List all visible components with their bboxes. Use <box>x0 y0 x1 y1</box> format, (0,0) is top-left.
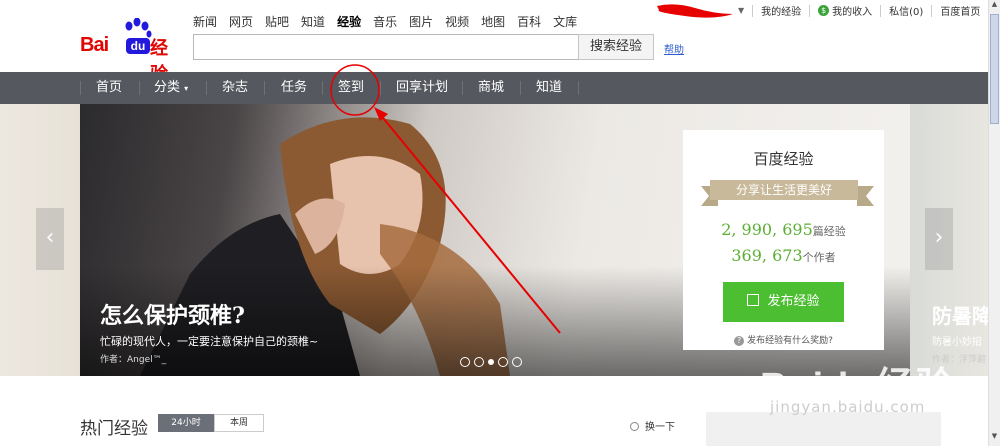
nav-item-zhidao[interactable]: 知道 <box>536 72 562 104</box>
chevron-down-icon: ▾ <box>184 84 189 93</box>
divider <box>139 81 140 95</box>
divider <box>264 81 265 95</box>
hero-subtitle: 忙碌的现代人，一定要注意保护自己的颈椎~ <box>100 335 319 348</box>
redacted-username-scribble <box>657 4 733 18</box>
divider <box>520 81 521 95</box>
topnav-wenku[interactable]: 文库 <box>553 13 577 30</box>
chevron-left-icon: ‹ <box>45 225 55 250</box>
divider <box>322 81 323 95</box>
divider <box>380 81 381 95</box>
tab-24h[interactable]: 24小时 <box>158 414 214 432</box>
main-nav-bar: 首页 分类 ▾ 杂志 任务 签到 回享计划 商城 知道 <box>0 72 988 104</box>
author-count: 369, 673个作者 <box>683 246 884 265</box>
help-link[interactable]: 帮助 <box>664 41 684 56</box>
stats-card: 百度经验 分享让生活更美好 2, 990, 695篇经验 369, 673个作者… <box>683 130 884 350</box>
carousel-next-button[interactable]: › <box>925 208 953 270</box>
divider <box>880 4 882 17</box>
logo-bai-text: Bai <box>80 34 109 56</box>
logo-du-text: du <box>126 38 150 54</box>
nav-item-checkin[interactable]: 签到 <box>338 72 364 104</box>
card-title: 百度经验 <box>753 150 814 168</box>
money-icon: $ <box>818 5 830 16</box>
reward-info-link[interactable]: ? 发布经验有什么奖励? <box>683 333 884 346</box>
nav-item-share-plan[interactable]: 回享计划 <box>396 72 448 104</box>
refresh-label: 换一下 <box>645 422 675 433</box>
author-count-unit: 个作者 <box>802 251 836 264</box>
tab-week[interactable]: 本周 <box>214 414 264 432</box>
divider <box>931 4 933 17</box>
ribbon-right-tail <box>857 186 874 206</box>
hero-title[interactable]: 怎么保护颈椎? <box>100 298 245 330</box>
nav-item-tasks[interactable]: 任务 <box>281 72 307 104</box>
publish-experience-button[interactable]: 发布经验 <box>723 282 844 322</box>
topnav-video[interactable]: 视频 <box>445 13 469 30</box>
nav-item-magazine[interactable]: 杂志 <box>222 72 248 104</box>
baidu-jingyan-logo[interactable]: Bai du 经验 <box>80 18 185 85</box>
nav-item-category-label: 分类 <box>154 80 181 95</box>
edit-icon <box>747 294 760 306</box>
search-input[interactable] <box>193 34 579 60</box>
slogan-ribbon: 分享让生活更美好 <box>710 180 858 200</box>
hot-experience-title: 热门经验 <box>80 419 148 439</box>
vertical-scrollbar[interactable]: ▲ ▼ <box>988 0 1000 446</box>
search-button[interactable]: 搜索经验 <box>578 34 654 60</box>
experience-count-unit: 篇经验 <box>812 225 846 238</box>
carousel-dot[interactable] <box>474 357 484 367</box>
divider <box>752 4 754 17</box>
question-icon: ? <box>734 336 745 346</box>
nav-item-home[interactable]: 首页 <box>96 72 122 104</box>
carousel-dots <box>460 357 522 367</box>
side-panel <box>706 412 941 446</box>
scroll-up-icon[interactable]: ▲ <box>989 0 1000 12</box>
reward-info-label: 发布经验有什么奖励? <box>747 336 833 346</box>
divider <box>80 81 81 95</box>
author-count-number: 369, 673 <box>731 246 803 265</box>
top-nav: 新闻 网页 贴吧 知道 经验 音乐 图片 视频 地图 百科 文库 <box>193 13 589 30</box>
experience-count: 2, 990, 695篇经验 <box>683 220 884 239</box>
my-experience-link[interactable]: 我的经验 <box>761 3 801 18</box>
refresh-icon <box>630 422 639 431</box>
carousel-prev-button[interactable]: ‹ <box>36 208 64 270</box>
divider <box>578 81 579 95</box>
topnav-news[interactable]: 新闻 <box>193 13 217 30</box>
watermark-url: jingyan.baidu.com <box>770 398 926 416</box>
topnav-jingyan[interactable]: 经验 <box>337 13 361 30</box>
publish-button-label: 发布经验 <box>767 294 820 309</box>
messages-link[interactable]: 私信(0) <box>889 3 923 18</box>
divider <box>462 81 463 95</box>
nav-item-mall[interactable]: 商城 <box>478 72 504 104</box>
scroll-thumb[interactable] <box>990 14 999 124</box>
divider <box>809 4 811 17</box>
baidu-home-link[interactable]: 百度首页 <box>940 3 980 18</box>
scroll-down-icon[interactable]: ▼ <box>989 432 1000 444</box>
chevron-right-icon: › <box>934 225 944 250</box>
divider <box>206 81 207 95</box>
dropdown-arrow-icon[interactable]: ▼ <box>738 6 744 15</box>
user-bar: ▼ 我的经验 $ 我的收入 私信(0) 百度首页 <box>738 3 980 18</box>
carousel-dot-active[interactable] <box>488 359 494 365</box>
topnav-web[interactable]: 网页 <box>229 13 253 30</box>
carousel-dot[interactable] <box>498 357 508 367</box>
next-slide-subtitle: 防暑小妙招 <box>932 337 982 348</box>
carousel-dot[interactable] <box>512 357 522 367</box>
topnav-baike[interactable]: 百科 <box>517 13 541 30</box>
experience-count-number: 2, 990, 695 <box>721 220 813 239</box>
hero-author: 作者：Angel™_ <box>100 355 167 365</box>
next-slide-title: 防暑降 <box>932 304 992 328</box>
nav-item-category[interactable]: 分类 ▾ <box>154 72 188 104</box>
topnav-music[interactable]: 音乐 <box>373 13 397 30</box>
refresh-button[interactable]: 换一下 <box>630 418 675 433</box>
topnav-zhidao[interactable]: 知道 <box>301 13 325 30</box>
my-income-link[interactable]: 我的收入 <box>832 3 872 18</box>
topnav-tieba[interactable]: 贴吧 <box>265 13 289 30</box>
topnav-map[interactable]: 地图 <box>481 13 505 30</box>
carousel-dot[interactable] <box>460 357 470 367</box>
topnav-images[interactable]: 图片 <box>409 13 433 30</box>
